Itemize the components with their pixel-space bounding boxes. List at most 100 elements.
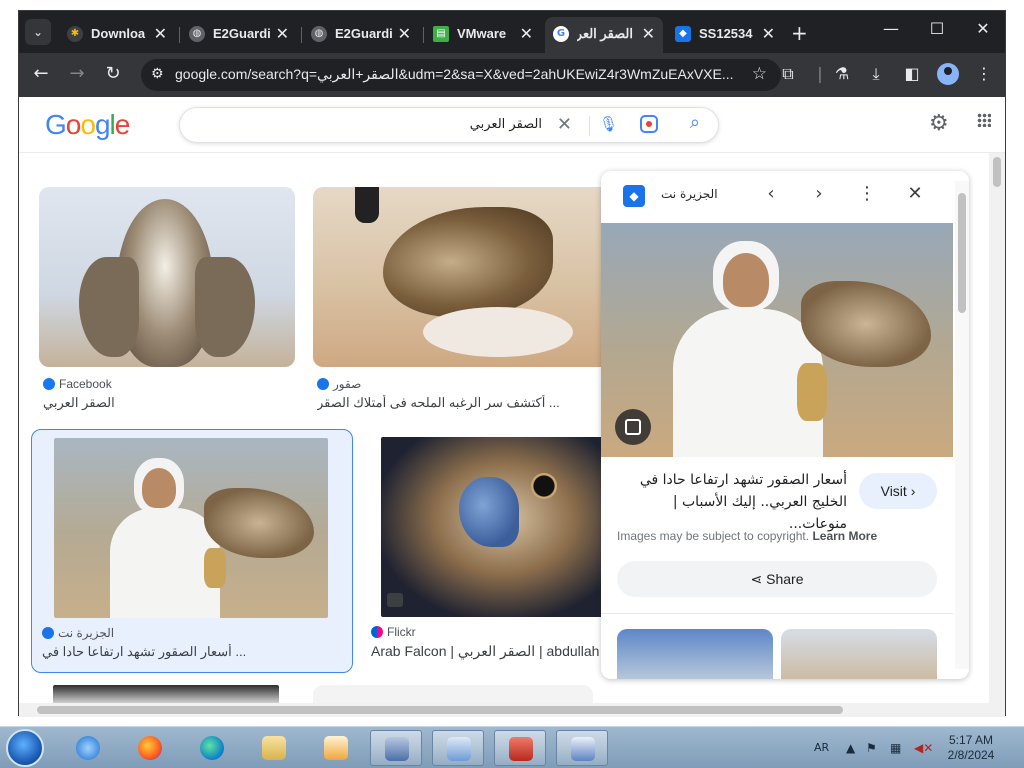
image-result-6[interactable] (313, 685, 593, 705)
image-result-3-selected[interactable]: الجزيرة نت ... أسعار الصقور تشهد ارتفاعا… (31, 429, 353, 673)
aljazeera-icon[interactable]: ◆ (623, 185, 645, 207)
extensions-icon[interactable]: ⧉ (777, 64, 799, 84)
search-icon[interactable]: ⌕ (690, 112, 700, 133)
next-image-button[interactable]: › (807, 183, 831, 204)
result-caption[interactable]: ... أكتشف سر الرغبه الملحه فى أمتلاك الص… (317, 395, 607, 411)
related-image-2[interactable] (781, 629, 937, 679)
close-tab-icon[interactable]: ✕ (642, 24, 655, 43)
taskbar-keyboard-app[interactable] (556, 730, 608, 766)
labs-flask-icon[interactable]: ⚗ (831, 64, 853, 83)
close-tab-icon[interactable]: ✕ (154, 24, 167, 43)
panel-header: ◆ الجزيرة نت ‹ › ⋮ ✕ (601, 171, 969, 223)
volume-muted-icon[interactable]: ◀✕ (914, 741, 933, 755)
browser-window: ⌄ ✱ Downloa ✕ ◍ E2Guardi ✕ ◍ E2Guardi ✕ … (18, 10, 1006, 717)
language-indicator[interactable]: AR (814, 741, 829, 754)
close-tab-icon[interactable]: ✕ (762, 24, 775, 43)
close-tab-icon[interactable]: ✕ (398, 24, 411, 43)
panel-preview-image[interactable] (601, 223, 953, 457)
taskbar-network-app[interactable] (370, 730, 422, 766)
image-badge-icon (387, 593, 403, 607)
network-icon[interactable]: ▦ (890, 741, 901, 755)
tab-google-search[interactable]: G الصقر العر ✕ (545, 17, 663, 53)
result-source[interactable]: Facebook (43, 377, 112, 391)
show-hidden-icons-arrow[interactable]: ▲ (846, 741, 855, 755)
related-image-1[interactable] (617, 629, 773, 679)
image-result-2[interactable]: صقور ... أكتشف سر الرغبه الملحه فى أمتلا… (313, 187, 613, 411)
image-result-5[interactable] (53, 685, 279, 705)
taskbar-firefox[interactable] (124, 730, 176, 766)
page-horizontal-scrollbar[interactable] (19, 703, 1005, 717)
close-tab-icon[interactable]: ✕ (520, 24, 533, 43)
new-tab-button[interactable]: + (791, 21, 808, 45)
site-info-icon[interactable]: ⚙ (151, 66, 164, 82)
taskbar-media-player[interactable] (310, 730, 362, 766)
image-result-1[interactable]: Facebook الصقر العربي (39, 187, 295, 411)
google-logo[interactable]: Google (45, 109, 130, 141)
panel-divider (601, 613, 953, 614)
maximize-button[interactable]: ☐ (917, 19, 957, 38)
result-image[interactable] (381, 437, 605, 617)
taskbar-control-panel[interactable] (432, 730, 484, 766)
copyright-notice: Images may be subject to copyright. Lear… (617, 529, 878, 543)
back-button[interactable]: ← (29, 63, 53, 84)
forward-button[interactable]: → (65, 63, 89, 84)
search-box[interactable]: الصقر العربي ✕ 🎙 ⌕ (179, 107, 719, 143)
lens-search-image-icon[interactable] (615, 409, 651, 445)
address-bar[interactable]: ⚙ google.com/search?q=الصقر+العربي&udm=2… (141, 59, 781, 91)
close-window-button[interactable]: ✕ (963, 19, 1003, 38)
result-caption[interactable]: الصقر العربي (43, 395, 293, 411)
more-options-icon[interactable]: ⋮ (855, 183, 879, 204)
share-button[interactable]: ⋖ Share (617, 561, 937, 597)
tab-e2guardian-2[interactable]: ◍ E2Guardi ✕ (303, 19, 419, 49)
side-panel-icon[interactable]: ◧ (901, 64, 923, 83)
settings-gear-icon[interactable]: ⚙ (929, 111, 949, 136)
microphone-icon[interactable]: 🎙 (599, 115, 618, 133)
tab-search-button[interactable]: ⌄ (25, 19, 51, 45)
result-source[interactable]: صقور (317, 377, 361, 391)
image-result-4[interactable]: Flickr Arab Falcon | الصقر العربي | abdu… (365, 429, 605, 673)
result-caption[interactable]: Arab Falcon | الصقر العربي | abdullah ..… (371, 643, 603, 660)
result-caption[interactable]: ... أسعار الصقور تشهد ارتفاعا حادا في (42, 644, 342, 660)
bookmark-star-icon[interactable]: ☆ (752, 64, 767, 84)
search-input[interactable]: الصقر العربي (470, 117, 542, 132)
taskbar-internet-explorer[interactable] (62, 730, 114, 766)
result-source[interactable]: Flickr (371, 625, 416, 639)
tab-ss12534[interactable]: ◆ SS12534 ✕ (667, 19, 783, 49)
minimize-button[interactable]: — (871, 19, 911, 38)
panel-title-link[interactable]: أسعار الصقور تشهد ارتفاعا حادا في الخليج… (617, 469, 847, 535)
taskbar-file-explorer[interactable] (248, 730, 300, 766)
close-panel-button[interactable]: ✕ (903, 183, 927, 204)
downloads-icon[interactable]: ⤓ (865, 64, 887, 84)
page-vertical-scrollbar[interactable] (989, 153, 1005, 703)
result-image[interactable] (54, 438, 328, 618)
close-tab-icon[interactable]: ✕ (276, 24, 289, 43)
system-clock[interactable]: 5:17 AM 2/8/2024 (934, 733, 1008, 763)
visit-button[interactable]: Visit › (859, 473, 937, 509)
menu-kebab-icon[interactable]: ⋮ (973, 64, 995, 83)
clear-search-icon[interactable]: ✕ (557, 114, 572, 135)
profile-avatar-icon[interactable] (937, 63, 959, 85)
action-center-flag-icon[interactable]: ⚑ (866, 741, 877, 755)
tab-strip: ⌄ ✱ Downloa ✕ ◍ E2Guardi ✕ ◍ E2Guardi ✕ … (19, 11, 1005, 53)
tab-downloads[interactable]: ✱ Downloa ✕ (59, 19, 175, 49)
globe-icon: ◍ (189, 26, 205, 42)
tab-title: E2Guardi (335, 26, 393, 41)
taskbar-toolbox[interactable] (494, 730, 546, 766)
panel-site-name[interactable]: الجزيرة نت (661, 187, 718, 201)
tab-vmware[interactable]: ▤ VMware ✕ (425, 19, 541, 49)
learn-more-link[interactable]: Learn More (812, 529, 877, 543)
result-source[interactable]: الجزيرة نت (42, 626, 114, 640)
taskbar-edge[interactable] (186, 730, 238, 766)
panel-scrollbar[interactable] (955, 181, 969, 669)
start-button[interactable] (6, 729, 44, 767)
clock-time: 5:17 AM (948, 733, 994, 747)
url-text[interactable]: google.com/search?q=الصقر+العربي&udm=2&s… (175, 66, 735, 83)
reload-button[interactable]: ↻ (101, 63, 125, 84)
result-image[interactable] (39, 187, 295, 367)
desktop: ⌄ ✱ Downloa ✕ ◍ E2Guardi ✕ ◍ E2Guardi ✕ … (0, 0, 1024, 768)
result-image[interactable] (313, 187, 613, 367)
google-apps-icon[interactable] (977, 113, 991, 127)
tab-e2guardian-1[interactable]: ◍ E2Guardi ✕ (181, 19, 297, 49)
previous-image-button[interactable]: ‹ (759, 183, 783, 204)
google-lens-icon[interactable] (640, 115, 658, 133)
